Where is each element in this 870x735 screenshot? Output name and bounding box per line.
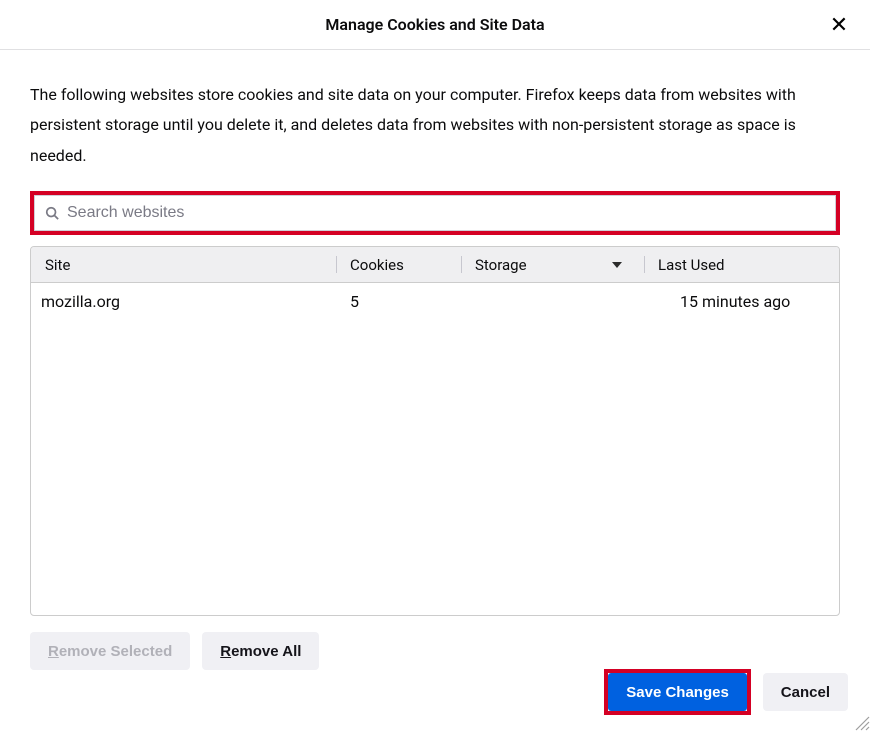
dialog-body: The following websites store cookies and…	[0, 50, 870, 670]
dialog-header: Manage Cookies and Site Data ✕	[0, 0, 870, 50]
search-field-container	[34, 195, 836, 231]
table-row[interactable]: mozilla.org 5 15 minutes ago	[31, 283, 839, 319]
column-header-site[interactable]: Site	[31, 247, 336, 282]
dialog-footer: Save Changes Cancel	[604, 669, 848, 715]
cell-last-used: 15 minutes ago	[644, 292, 839, 311]
search-input[interactable]	[67, 204, 825, 222]
column-header-storage[interactable]: Storage	[461, 247, 644, 282]
search-highlight	[30, 191, 840, 235]
cancel-button[interactable]: Cancel	[763, 673, 848, 711]
save-changes-button[interactable]: Save Changes	[608, 673, 747, 711]
cell-cookies: 5	[336, 292, 461, 311]
save-highlight: Save Changes	[604, 669, 751, 715]
dialog-title: Manage Cookies and Site Data	[325, 15, 544, 34]
sites-table: Site Cookies Storage Last Used mozilla.o…	[30, 246, 840, 616]
table-body: mozilla.org 5 15 minutes ago	[31, 283, 839, 319]
search-icon	[45, 206, 59, 220]
table-header-row: Site Cookies Storage Last Used	[31, 247, 839, 283]
remove-all-button[interactable]: Remove All	[202, 632, 319, 670]
cell-site: mozilla.org	[31, 292, 336, 311]
close-button[interactable]: ✕	[826, 12, 852, 38]
close-icon: ✕	[830, 14, 848, 36]
dialog-description: The following websites store cookies and…	[30, 80, 840, 171]
column-header-cookies[interactable]: Cookies	[336, 247, 461, 282]
remove-selected-button[interactable]: Remove Selected	[30, 632, 190, 670]
column-header-last-used[interactable]: Last Used	[644, 247, 839, 282]
sort-desc-icon	[612, 262, 622, 268]
resize-grip-icon[interactable]	[852, 713, 870, 731]
remove-buttons-row: Remove Selected Remove All	[30, 632, 840, 670]
